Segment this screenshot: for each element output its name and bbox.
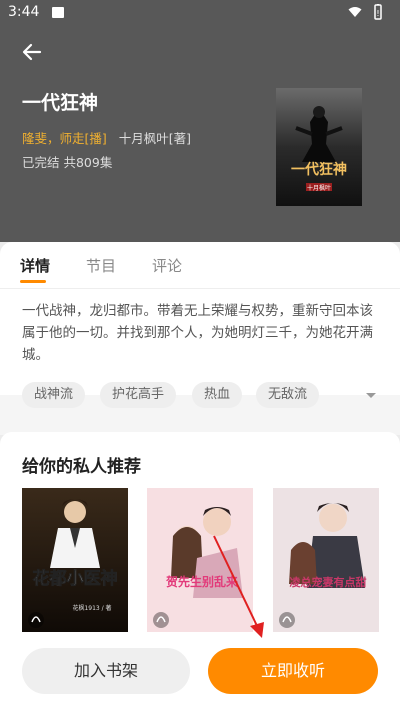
gallery-icon xyxy=(52,7,64,18)
recommend-book[interactable]: 贺先生别乱来 xyxy=(147,488,253,634)
status-bar: 3:44 ! xyxy=(0,0,400,26)
back-arrow-icon[interactable] xyxy=(20,40,44,64)
add-to-shelf-button[interactable]: 加入书架 xyxy=(22,648,190,694)
tab-divider xyxy=(0,288,400,289)
tag-item[interactable]: 热血 xyxy=(192,382,243,408)
status-time: 3:44 xyxy=(8,4,40,20)
narrator-names[interactable]: 隆斐，师走[播] xyxy=(22,131,107,146)
book-cover-title: 贺先生别乱来 xyxy=(165,574,239,589)
book-meta: 已完结 共809集 xyxy=(22,155,113,170)
tab-programs[interactable]: 节目 xyxy=(86,255,116,276)
active-tab-indicator xyxy=(20,280,46,283)
listen-now-button[interactable]: 立即收听 xyxy=(208,648,378,694)
recommend-book[interactable]: 花都小医神 花枫1913 / 著 xyxy=(22,488,128,634)
expand-tags-icon[interactable] xyxy=(365,392,377,400)
book-description: 一代战神，龙归都市。带着无上荣耀与权势，重新守回本该属于他的一切。并找到那个人，… xyxy=(22,303,373,363)
cover-title-text: 一代狂神 xyxy=(291,161,347,178)
cover-author-text: 十月枫叶 xyxy=(307,184,331,192)
book-cover-title: 花都小医神 xyxy=(33,568,118,589)
book-authors: 隆斐，师走[播] 十月枫叶[著] xyxy=(22,128,191,147)
tag-item[interactable]: 无敌流 xyxy=(256,382,320,408)
tag-item[interactable]: 护花高手 xyxy=(100,382,177,408)
tab-comments[interactable]: 评论 xyxy=(152,255,182,276)
tab-details[interactable]: 详情 xyxy=(20,255,50,276)
book-cover: 一代狂神 十月枫叶 xyxy=(276,88,362,206)
svg-text:!: ! xyxy=(376,9,379,18)
tag-item[interactable]: 战神流 xyxy=(22,382,86,408)
book-cover-title: 凌总宠妻有点甜 xyxy=(290,575,367,589)
recommend-book[interactable]: 凌总宠妻有点甜 xyxy=(273,488,379,634)
detail-card: 详情 节目 评论 一代战神，龙归都市。带着无上荣耀与权势，重新守回本该属于他的一… xyxy=(0,242,400,395)
bottom-action-bar: 加入书架 立即收听 xyxy=(0,632,400,710)
tab-bar: 详情 节目 评论 xyxy=(0,242,400,288)
wifi-icon xyxy=(348,7,362,17)
book-title: 一代狂神 xyxy=(22,92,99,114)
book-cover-author: 花枫1913 / 著 xyxy=(72,604,111,612)
book-header: 3:44 ! 一代狂神 隆斐，师走[播] 十月枫叶[著] 已完结 共809集 一… xyxy=(0,0,400,242)
battery-icon: ! xyxy=(374,4,382,20)
recommend-title: 给你的私人推荐 xyxy=(22,457,141,477)
author-name[interactable]: 十月枫叶[著] xyxy=(119,131,191,146)
